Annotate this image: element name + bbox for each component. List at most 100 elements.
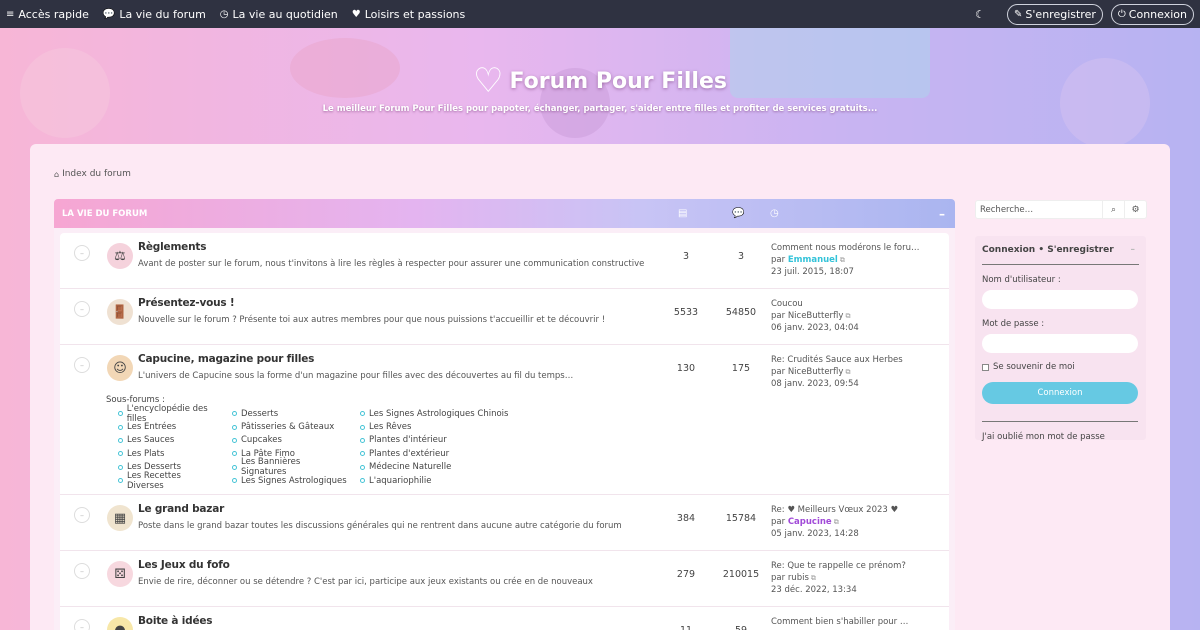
posts-column-icon: 💬 xyxy=(732,208,745,219)
subforum-bullet-icon xyxy=(360,464,365,470)
subforum-link[interactable]: Les Bannières Signatures xyxy=(232,457,348,477)
top-navbar: ≡ Accès rapide 💬 La vie du forum ◷ La vie au … xyxy=(0,0,1200,28)
register-button[interactable]: ✎ S'enregistrer xyxy=(1007,3,1103,25)
nav-menu: ≡ Accès rapide 💬 La vie du forum ◷ La vie au … xyxy=(6,8,479,21)
subforum-link[interactable]: Les Signes Astrologiques Chinois xyxy=(360,407,520,420)
subforum-link[interactable]: Les Signes Astrologiques xyxy=(232,474,348,487)
forum-title[interactable]: Règlements xyxy=(138,241,206,253)
last-post: Re: Que te rappelle ce prénom? par rubis ⧉… xyxy=(771,560,906,596)
breadcrumb-index[interactable]: Index du forum xyxy=(62,169,131,179)
search-input[interactable]: Recherche… xyxy=(976,205,1102,215)
category-collapse-button[interactable]: – xyxy=(939,207,945,221)
unread-marker-icon: – xyxy=(74,507,90,523)
goto-last-post-icon[interactable]: ⧉ xyxy=(834,518,839,526)
forgot-password-link[interactable]: J'ai oublié mon mot de passe xyxy=(982,432,1139,442)
subforum-label: Desserts xyxy=(241,408,279,419)
last-post: Coucou par NiceButterfly ⧉ 06 janv. 2023, 0… xyxy=(771,298,859,334)
login-panel-title[interactable]: Connexion • S'enregistrer xyxy=(982,245,1114,255)
forum-title[interactable]: Boite à idées xyxy=(138,615,213,627)
password-field[interactable] xyxy=(982,334,1138,353)
password-label: Mot de passe : xyxy=(982,319,1045,329)
login-button[interactable]: ⏻ Connexion xyxy=(1110,3,1194,25)
last-post-title[interactable]: Comment nous modérons le foru… xyxy=(771,242,919,254)
nav-item-2[interactable]: ◷ La vie au quotidien xyxy=(220,8,338,21)
dark-mode-toggle-icon[interactable]: ☾ xyxy=(975,8,985,21)
subforum-label: Cupcakes xyxy=(241,435,282,446)
login-panel-header: Connexion • S'enregistrer – xyxy=(982,236,1139,265)
bars-icon: ≡ xyxy=(6,8,15,20)
subforum-bullet-icon xyxy=(360,424,365,430)
subforum-link[interactable]: Les Sauces xyxy=(118,434,220,447)
subforum-link[interactable]: Plantes d'extérieur xyxy=(360,447,520,460)
last-post-title[interactable]: Re: Que te rappelle ce prénom? xyxy=(771,560,906,572)
remember-me[interactable]: Se souvenir de moi xyxy=(982,362,1139,372)
subforum-bullet-icon xyxy=(360,437,365,443)
topics-count: 130 xyxy=(676,363,696,374)
forum-description: Envie de rire, déconner ou se détendre ?… xyxy=(138,577,593,587)
gear-icon[interactable]: ⚙ xyxy=(1124,201,1146,218)
last-post-author[interactable]: NiceButterfly xyxy=(788,311,844,321)
subforum-link[interactable]: Les Rêves xyxy=(360,420,520,433)
login-submit-button[interactable]: Connexion xyxy=(982,382,1138,404)
subforum-link[interactable]: Les Plats xyxy=(118,447,220,460)
forum-title[interactable]: Le grand bazar xyxy=(138,503,224,515)
subforum-link[interactable]: Pâtisseries & Gâteaux xyxy=(232,420,348,433)
goto-last-post-icon[interactable]: ⧉ xyxy=(811,574,816,582)
last-post-title[interactable]: Re: ♥ Meilleurs Vœux 2023 ♥ xyxy=(771,504,898,516)
subforum-link[interactable]: L'aquariophilie xyxy=(360,474,520,487)
header-banner: ♡ Forum Pour Filles Le meilleur Forum Po… xyxy=(0,28,1200,148)
subforum-link[interactable]: Cupcakes xyxy=(232,434,348,447)
scales-icon: ⚖ xyxy=(107,243,133,269)
subforum-link[interactable]: Médecine Naturelle xyxy=(360,461,520,474)
subforum-link[interactable]: Plantes d'intérieur xyxy=(360,434,520,447)
subforum-label: Les Sauces xyxy=(127,435,175,446)
last-post-by: par xyxy=(771,573,788,583)
last-post-title[interactable]: Re: Crudités Sauce aux Herbes xyxy=(771,354,903,366)
posts-count: 210015 xyxy=(722,569,760,580)
last-post-date: 23 déc. 2022, 13:34 xyxy=(771,585,857,595)
forum-title[interactable]: Présentez-vous ! xyxy=(138,297,235,309)
door-icon: 🚪 xyxy=(107,299,133,325)
subforum-label: Plantes d'intérieur xyxy=(369,435,447,446)
last-post-date: 06 janv. 2023, 04:04 xyxy=(771,323,859,333)
nav-item-0[interactable]: ≡ Accès rapide xyxy=(6,8,89,21)
last-post-title[interactable]: Coucou xyxy=(771,298,859,310)
subforum-label: Pâtisseries & Gâteaux xyxy=(241,422,335,433)
forum-description: Poste dans le grand bazar toutes les dis… xyxy=(138,521,622,531)
last-post-author[interactable]: rubis xyxy=(788,573,809,583)
nav-item-3[interactable]: ♥ Loisirs et passions xyxy=(352,8,465,21)
last-post-title[interactable]: Comment bien s'habiller pour … xyxy=(771,616,908,628)
subforum-bullet-icon xyxy=(232,411,237,417)
last-post-author[interactable]: Capucine xyxy=(788,517,832,527)
goto-last-post-icon[interactable]: ⧉ xyxy=(840,256,845,264)
topics-count: 279 xyxy=(676,569,696,580)
subforum-label: Plantes d'extérieur xyxy=(369,448,450,459)
power-icon: ⏻ xyxy=(1117,8,1126,20)
last-post: Re: Crudités Sauce aux Herbes par NiceBut… xyxy=(771,354,903,390)
subforum-label: Les Recettes Diverses xyxy=(126,470,181,491)
breadcrumb[interactable]: ⌂ Index du forum xyxy=(54,169,131,179)
subforum-link[interactable]: L'encyclopédie des filles xyxy=(118,404,220,424)
last-post-author[interactable]: NiceButterfly xyxy=(788,367,844,377)
username-field[interactable] xyxy=(982,290,1138,309)
nav-item-1[interactable]: 💬 La vie du forum xyxy=(103,8,206,21)
nav-item-label: La vie au quotidien xyxy=(232,7,338,21)
forum-row: – 🚪 Présentez-vous ! Nouvelle sur le forum … xyxy=(60,289,949,345)
subforum-link[interactable]: Desserts xyxy=(232,407,348,420)
last-post: Re: ♥ Meilleurs Vœux 2023 ♥ par Capucine ⧉… xyxy=(771,504,898,540)
posts-count: 54850 xyxy=(725,307,757,318)
goto-last-post-icon[interactable]: ⧉ xyxy=(845,312,850,320)
subforum-bullet-icon xyxy=(118,464,123,470)
goto-last-post-icon[interactable]: ⧉ xyxy=(845,368,850,376)
remember-checkbox[interactable] xyxy=(982,363,989,371)
home-icon: ⌂ xyxy=(54,169,60,179)
search-icon[interactable]: ⌕ xyxy=(1102,201,1124,218)
category-title[interactable]: LA VIE DU FORUM xyxy=(62,209,147,219)
login-collapse-button[interactable]: – xyxy=(1131,245,1136,255)
subforum-link[interactable]: Les Recettes Diverses xyxy=(118,471,220,491)
site-logo[interactable]: ♡ Forum Pour Filles xyxy=(0,64,1200,98)
forum-title[interactable]: Capucine, magazine pour filles xyxy=(138,353,314,365)
forum-title[interactable]: Les Jeux du fofo xyxy=(138,559,230,571)
last-post-by: par xyxy=(771,517,788,527)
last-post-author[interactable]: Emmanuel xyxy=(788,255,838,265)
